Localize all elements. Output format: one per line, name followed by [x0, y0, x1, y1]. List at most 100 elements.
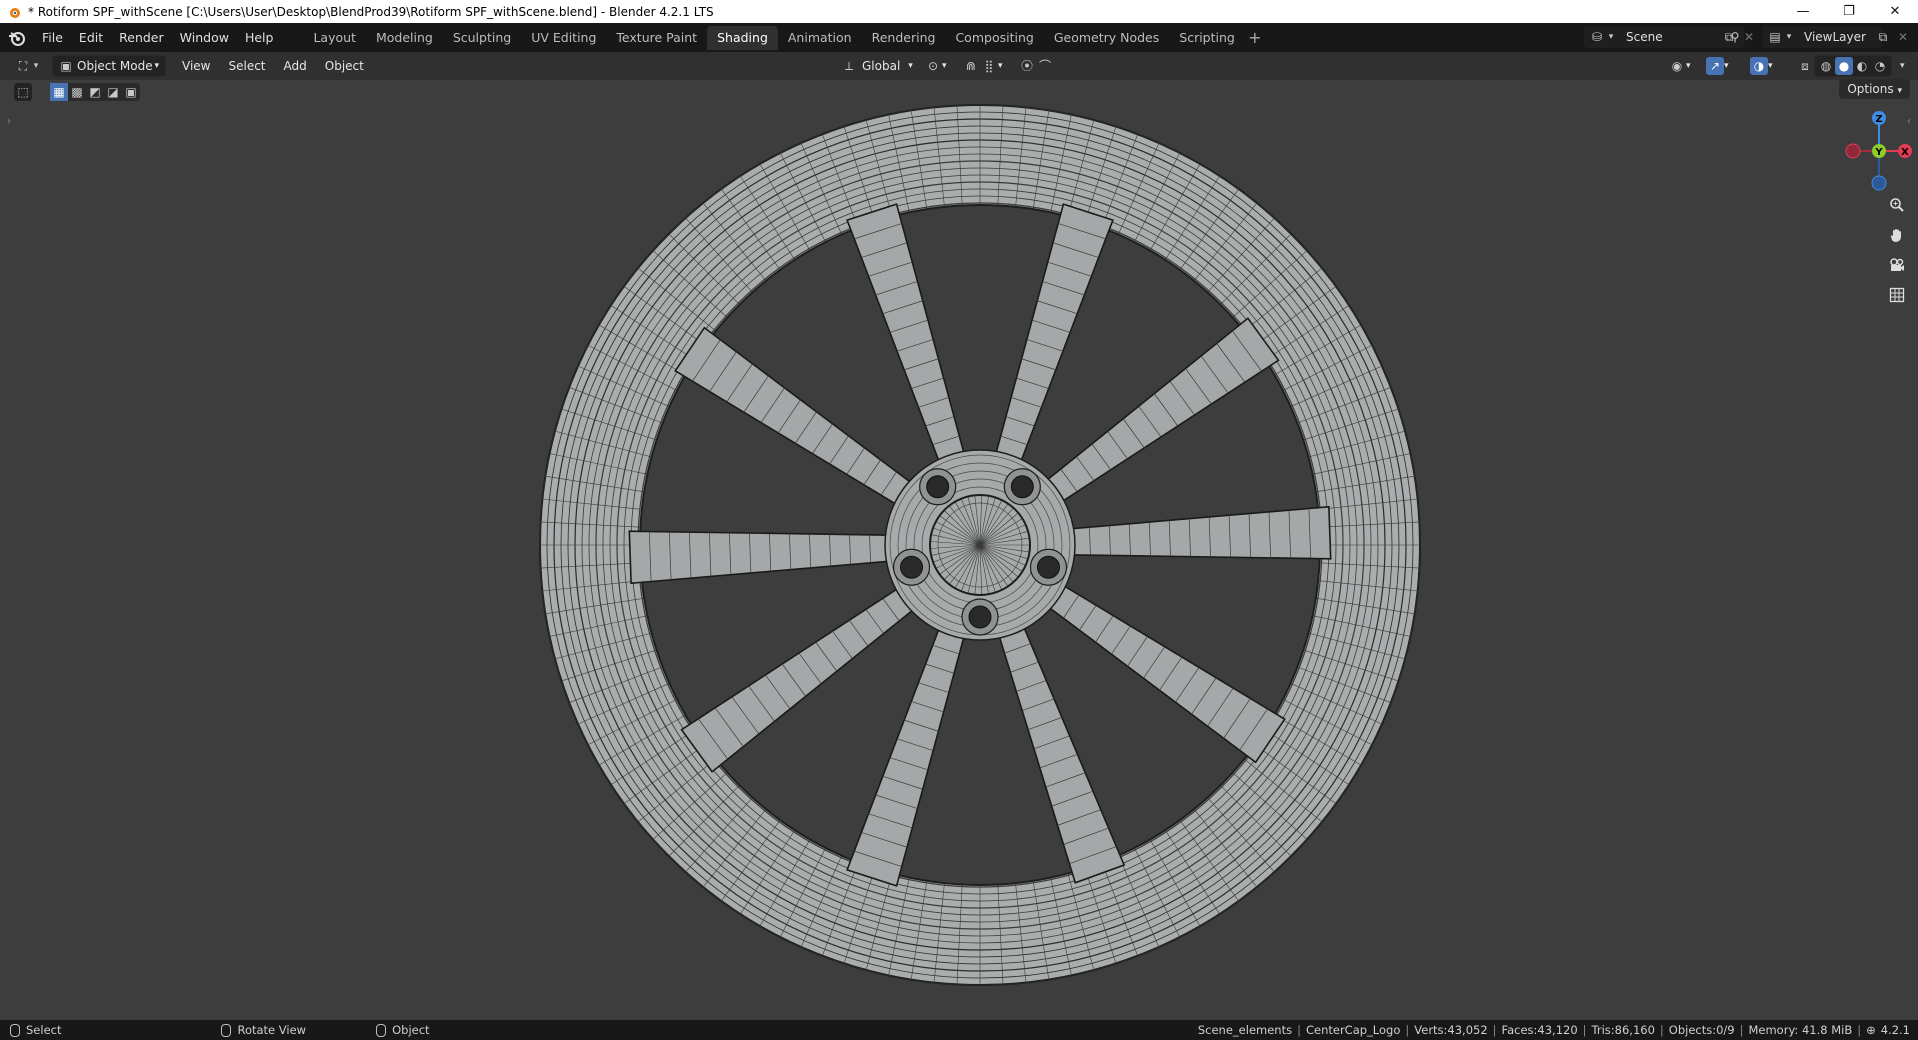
status-bar: Select Rotate View Object Scene_elements… — [0, 1020, 1918, 1040]
tab-animation[interactable]: Animation — [778, 26, 862, 50]
proportional-edit-toggle[interactable]: ⦿ ⌒ — [1012, 56, 1060, 76]
network-icon: ⊕ — [1866, 1023, 1876, 1037]
chevron-down-icon: ▾ — [1724, 61, 1729, 71]
chevron-down-icon: ▾ — [33, 61, 39, 71]
chevron-down-icon: ▾ — [998, 61, 1003, 71]
wheel-mesh-wireframe[interactable] — [0, 80, 1918, 1020]
chevron-down-icon: ▾ — [154, 61, 159, 71]
tab-texture-paint[interactable]: Texture Paint — [606, 26, 707, 50]
delete-viewlayer-icon[interactable]: ✕ — [1894, 28, 1912, 46]
snap-toggle[interactable]: ⋒ ⣿ ▾ — [956, 56, 1009, 76]
navigation-gizmo[interactable]: Z X Y — [1836, 108, 1912, 198]
mouse-right-icon — [376, 1023, 387, 1037]
new-scene-icon[interactable]: ⧉ — [1720, 28, 1738, 46]
tab-sculpting[interactable]: Sculpting — [443, 26, 521, 50]
select-subtract-icon[interactable]: ◩ — [86, 83, 104, 101]
tab-layout[interactable]: Layout — [303, 26, 366, 50]
status-select-hint: Select — [10, 1023, 61, 1037]
object-mode-icon: ▣ — [60, 59, 72, 73]
tab-modeling[interactable]: Modeling — [366, 26, 443, 50]
mode-dropdown[interactable]: ▣ Object Mode ▾ — [52, 55, 166, 77]
stat-active-object: CenterCap_Logo — [1305, 1023, 1401, 1037]
pivot-dropdown[interactable]: ⊙ ▾ — [918, 56, 953, 76]
select-tool-icon[interactable]: ⬚ — [14, 83, 32, 101]
camera-view-icon[interactable] — [1886, 254, 1908, 276]
snap-icon: ⋒ — [965, 59, 977, 73]
gizmo-toggle[interactable]: ↗ ▾ — [1700, 56, 1735, 76]
orientation-dropdown[interactable]: ⟂ Global ▾ — [834, 56, 919, 76]
status-select-label: Select — [26, 1023, 62, 1037]
stat-tris: Tris:86,160 — [1591, 1023, 1655, 1037]
options-label: Options — [1847, 82, 1894, 96]
chevron-down-icon[interactable]: ▾ — [1900, 61, 1905, 71]
pivot-icon: ⊙ — [927, 59, 939, 73]
maximize-button[interactable]: ❐ — [1826, 0, 1872, 23]
lug-hole — [900, 555, 924, 579]
overlays-icon: ◑ — [1750, 57, 1768, 75]
minimize-button[interactable]: — — [1780, 0, 1826, 23]
shading-mode-group: ◍ ● ◐ ◔ — [1814, 55, 1892, 77]
close-icon: ✕ — [1889, 4, 1901, 19]
status-object-hint: Object — [376, 1023, 430, 1037]
gizmo-icon: ↗ — [1706, 57, 1724, 75]
falloff-icon: ⌒ — [1038, 59, 1051, 73]
visibility-dropdown[interactable]: ◉ ▾ — [1662, 56, 1697, 76]
editor-type-button[interactable]: ⛶ ▾ — [8, 56, 46, 76]
tab-geometry-nodes[interactable]: Geometry Nodes — [1044, 26, 1169, 50]
chevron-down-icon: ▾ — [908, 61, 913, 71]
viewlayer-selector[interactable]: ▤ ▾ ViewLayer — [1762, 26, 1882, 48]
menu-select[interactable]: Select — [222, 56, 271, 76]
menu-view[interactable]: View — [176, 56, 216, 76]
proportional-icon: ⦿ — [1020, 59, 1033, 73]
new-viewlayer-icon[interactable]: ⧉ — [1874, 28, 1892, 46]
menu-object[interactable]: Object — [319, 56, 370, 76]
menu-edit[interactable]: Edit — [71, 27, 111, 49]
ortho-grid-icon[interactable] — [1886, 284, 1908, 306]
chevron-down-icon: ▾ — [1686, 61, 1691, 71]
zoom-view-icon[interactable] — [1886, 194, 1908, 216]
tab-rendering[interactable]: Rendering — [862, 26, 946, 50]
scene-name: Scene — [1626, 30, 1663, 44]
select-extend-icon[interactable]: ▩ — [68, 83, 86, 101]
material-preview-icon[interactable]: ◐ — [1853, 57, 1871, 75]
viewlayer-name: ViewLayer — [1804, 30, 1866, 44]
menu-add[interactable]: Add — [278, 56, 313, 76]
tab-uv-editing[interactable]: UV Editing — [521, 26, 606, 50]
overlays-toggle[interactable]: ◑ ▾ — [1744, 56, 1779, 76]
gizmo-neg-z-axis[interactable] — [1871, 175, 1887, 191]
menu-help[interactable]: Help — [237, 27, 282, 49]
close-window-button[interactable]: ✕ — [1872, 0, 1918, 23]
menu-file[interactable]: File — [34, 27, 71, 49]
lug-hole — [968, 605, 992, 629]
window-titlebar: * Rotiform SPF_withScene [C:\Users\User\… — [0, 0, 1918, 23]
viewlayer-icon: ▤ — [1769, 30, 1781, 44]
3d-viewport[interactable] — [0, 80, 1918, 1020]
tab-shading[interactable]: Shading — [707, 25, 778, 50]
view3d-icon: ⛶ — [18, 59, 28, 73]
menu-window[interactable]: Window — [172, 27, 237, 49]
add-workspace-button[interactable]: + — [1245, 26, 1265, 50]
toolbar-expand-icon[interactable]: › — [0, 112, 18, 130]
snap-grid-icon: ⣿ — [984, 59, 994, 73]
orientation-label: Global — [862, 59, 901, 73]
wireframe-shading-icon[interactable]: ◍ — [1817, 57, 1835, 75]
gizmo-neg-x-axis[interactable] — [1845, 143, 1861, 159]
chevron-down-icon: ▾ — [1897, 86, 1902, 96]
lug-hole — [1036, 555, 1060, 579]
blender-logo-icon[interactable] — [8, 29, 26, 47]
rendered-shading-icon[interactable]: ◔ — [1871, 57, 1889, 75]
solid-shading-icon[interactable]: ● — [1835, 57, 1853, 75]
minimize-icon: — — [1796, 4, 1810, 19]
stat-faces: Faces:43,120 — [1501, 1023, 1578, 1037]
options-dropdown[interactable]: Options ▾ — [1839, 79, 1910, 99]
select-intersect-icon[interactable]: ▣ — [122, 83, 140, 101]
status-rotate-label: Rotate View — [237, 1023, 307, 1037]
menu-render[interactable]: Render — [111, 27, 172, 49]
tab-scripting[interactable]: Scripting — [1169, 26, 1245, 50]
xray-icon: ⧈ — [1801, 59, 1809, 73]
select-new-icon[interactable]: ▦ — [50, 83, 68, 101]
tab-compositing[interactable]: Compositing — [945, 26, 1043, 50]
delete-scene-icon[interactable]: ✕ — [1740, 28, 1758, 46]
select-invert-icon[interactable]: ◪ — [104, 83, 122, 101]
pan-view-hand-icon[interactable] — [1886, 224, 1908, 246]
